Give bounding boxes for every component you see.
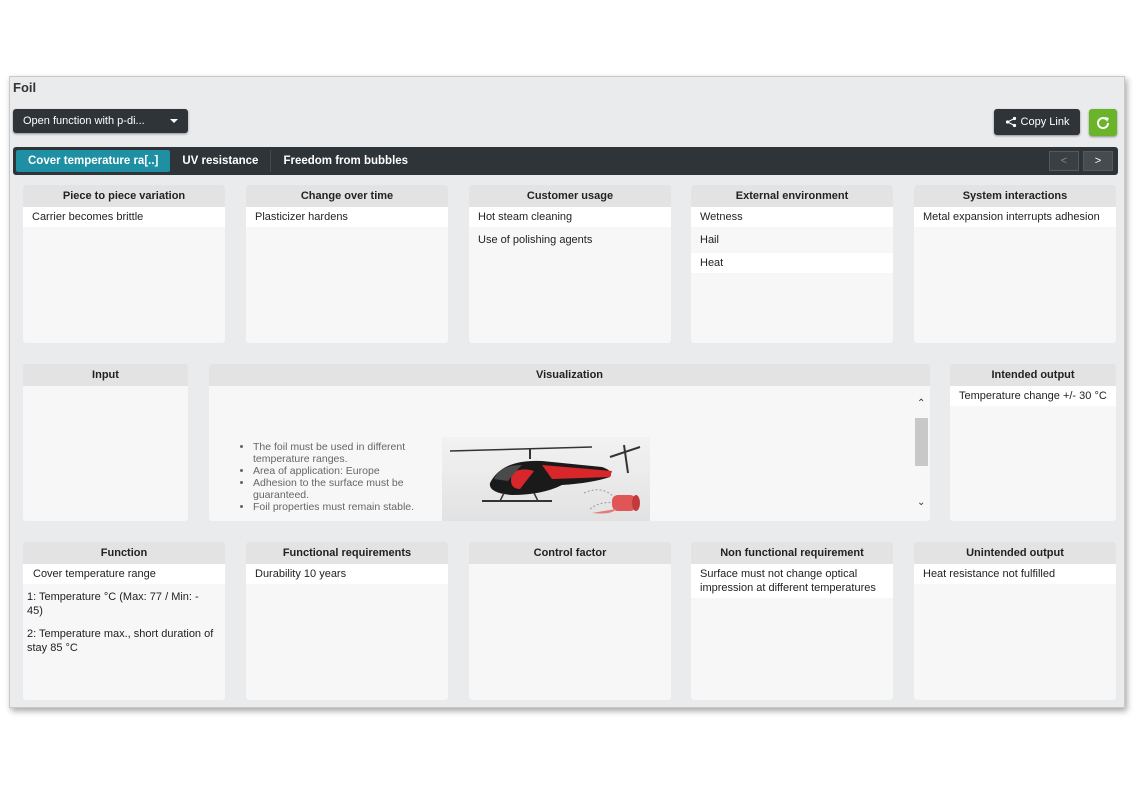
panel-header: External environment (691, 185, 893, 207)
panel-header: Functional requirements (246, 542, 448, 564)
list-item[interactable]: Metal expansion interrupts adhesion (914, 207, 1116, 227)
app-window: Foil Open function with p-di... Copy Lin… (9, 76, 1125, 708)
visualization-bullets: The foil must be used in different tempe… (241, 441, 416, 513)
panel-header: Change over time (246, 185, 448, 207)
panel-external-environment: External environment Wetness Hail Heat (691, 185, 893, 343)
panel-change-over-time: Change over time Plasticizer hardens (246, 185, 448, 343)
function-tabbar: Cover temperature ra[..] UV resistance F… (13, 147, 1118, 175)
caret-down-icon (170, 119, 178, 123)
tab-navigation: < > (1049, 151, 1115, 171)
visualization-scrollbar[interactable]: ⌃ ⌄ (913, 394, 931, 519)
panel-header: Input (23, 364, 188, 386)
panel-header: Non functional requirement (691, 542, 893, 564)
bullet-item: Adhesion to the surface must be guarante… (253, 477, 416, 501)
list-item[interactable]: Surface must not change optical impressi… (691, 564, 893, 598)
panel-header: Visualization (209, 364, 930, 386)
tab-freedom-from-bubbles[interactable]: Freedom from bubbles (270, 150, 420, 172)
panel-header: Control factor (469, 542, 671, 564)
list-item[interactable]: Cover temperature range (23, 564, 225, 584)
panel-header: Customer usage (469, 185, 671, 207)
panel-control-factor: Control factor (469, 542, 671, 700)
panel-function: Function Cover temperature range 1: Temp… (23, 542, 225, 700)
list-item[interactable]: Plasticizer hardens (246, 207, 448, 227)
list-item[interactable]: 2: Temperature max., short duration of s… (23, 624, 225, 658)
dropdown-label: Open function with p-di... (23, 115, 145, 127)
refresh-button[interactable] (1089, 109, 1117, 136)
tab-cover-temperature[interactable]: Cover temperature ra[..] (16, 150, 171, 172)
visualization-content: The foil must be used in different tempe… (209, 386, 930, 521)
tab-uv-resistance[interactable]: UV resistance (170, 150, 270, 172)
scroll-down-icon[interactable]: ⌄ (917, 497, 925, 508)
helicopter-image (442, 437, 650, 521)
list-item[interactable]: Use of polishing agents (469, 230, 671, 250)
list-item[interactable]: Carrier becomes brittle (23, 207, 225, 227)
list-item[interactable]: Hot steam cleaning (469, 207, 671, 227)
tab-next-button[interactable]: > (1083, 151, 1113, 171)
scroll-thumb[interactable] (915, 418, 928, 466)
copy-link-label: Copy Link (1020, 116, 1070, 128)
panel-header: Function (23, 542, 225, 564)
panel-header: System interactions (914, 185, 1116, 207)
panel-non-functional-requirement: Non functional requirement Surface must … (691, 542, 893, 700)
open-function-dropdown[interactable]: Open function with p-di... (13, 109, 188, 133)
panel-system-interactions: System interactions Metal expansion inte… (914, 185, 1116, 343)
page-title: Foil (13, 80, 37, 95)
panel-input: Input (23, 364, 188, 521)
list-item[interactable]: Hail (691, 230, 893, 250)
list-item[interactable]: Heat (691, 253, 893, 273)
list-item[interactable]: Durability 10 years (246, 564, 448, 584)
scroll-up-icon[interactable]: ⌃ (917, 398, 925, 409)
bullet-item: Foil properties must remain stable. (253, 501, 416, 513)
refresh-icon (1097, 116, 1110, 129)
bullet-item: The foil must be used in different tempe… (253, 441, 416, 465)
panel-unintended-output: Unintended output Heat resistance not fu… (914, 542, 1116, 700)
copy-link-button[interactable]: Copy Link (994, 109, 1080, 135)
panel-header: Intended output (950, 364, 1116, 386)
panel-intended-output: Intended output Temperature change +/- 3… (950, 364, 1116, 521)
panel-visualization: Visualization The foil must be used in d… (209, 364, 930, 521)
panel-customer-usage: Customer usage Hot steam cleaning Use of… (469, 185, 671, 343)
list-item[interactable]: Temperature change +/- 30 °C (950, 386, 1116, 406)
helicopter-illustration (449, 444, 641, 514)
list-item[interactable]: Heat resistance not fulfilled (914, 564, 1116, 584)
list-item[interactable]: Wetness (691, 207, 893, 227)
panel-header: Piece to piece variation (23, 185, 225, 207)
panel-functional-requirements: Functional requirements Durability 10 ye… (246, 542, 448, 700)
list-item[interactable]: 1: Temperature °C (Max: 77 / Min: - 45) (23, 587, 225, 621)
share-icon (1005, 116, 1016, 128)
bullet-item: Area of application: Europe (253, 465, 416, 477)
panel-header: Unintended output (914, 542, 1116, 564)
tab-prev-button[interactable]: < (1049, 151, 1079, 171)
panel-piece-to-piece-variation: Piece to piece variation Carrier becomes… (23, 185, 225, 343)
